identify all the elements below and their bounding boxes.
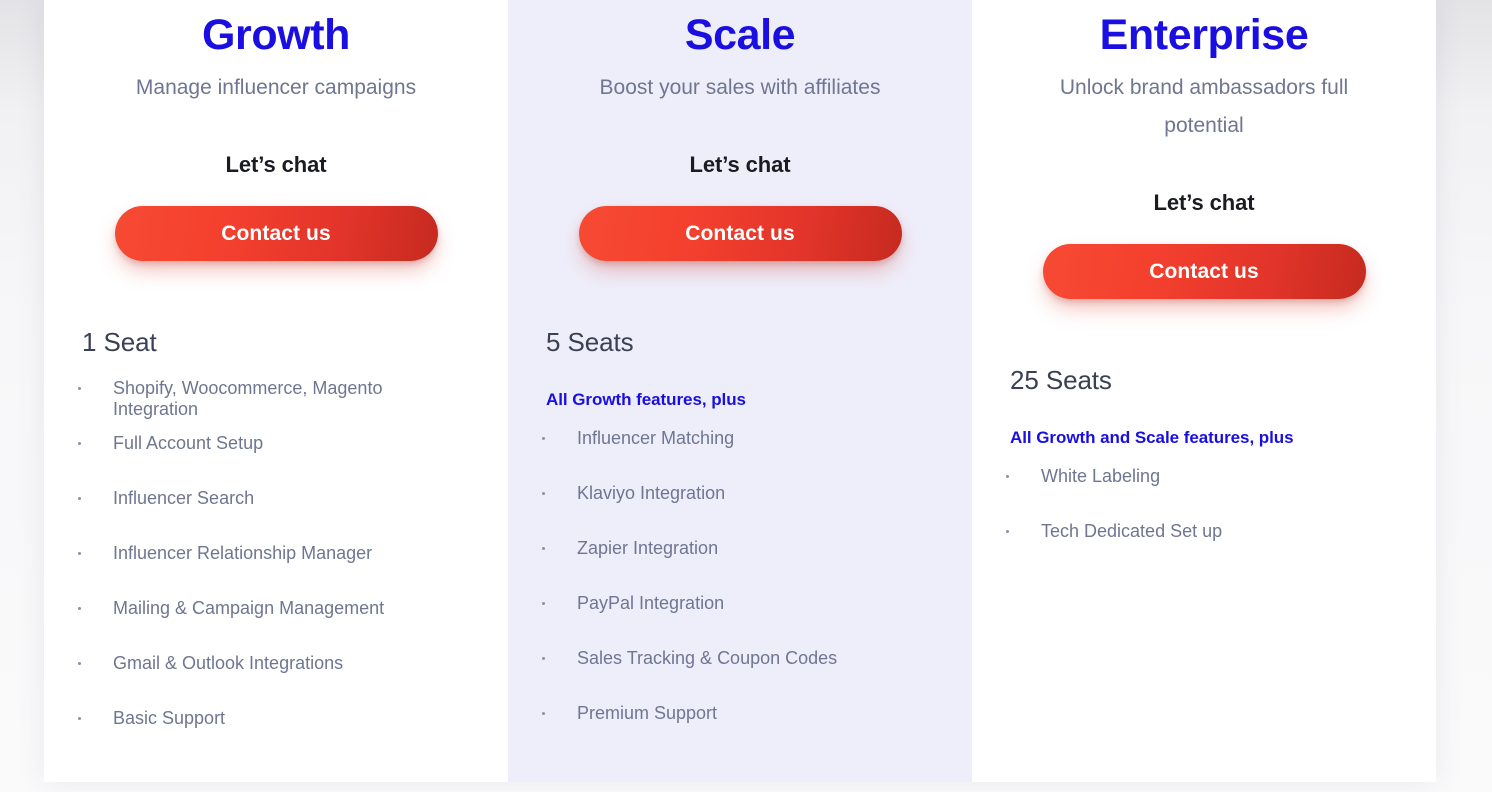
- feature-item: Influencer Relationship Manager: [78, 543, 484, 598]
- bullet-dot-icon: [78, 552, 81, 556]
- feature-label: Full Account Setup: [113, 433, 264, 454]
- plan-cta-label-scale: Let’s chat: [689, 152, 791, 178]
- feature-label: Influencer Relationship Manager: [113, 543, 373, 564]
- feature-item: Influencer Search: [78, 488, 484, 543]
- bullet-dot-icon: [542, 712, 545, 716]
- plan-cta-label-enterprise: Let’s chat: [1153, 190, 1255, 216]
- feature-item: Shopify, Woocommerce, Magento Integratio…: [78, 378, 484, 433]
- feature-label: PayPal Integration: [577, 593, 725, 614]
- bullet-dot-icon: [78, 607, 81, 611]
- feature-item: Mailing & Campaign Management: [78, 598, 484, 653]
- plan-column-scale: Scale Boost your sales with affiliates L…: [508, 0, 972, 782]
- bullet-dot-icon: [78, 717, 81, 721]
- plan-title-growth: Growth: [201, 11, 351, 59]
- bullet-dot-icon: [78, 442, 81, 446]
- plan-seats-enterprise: 25 Seats: [1010, 365, 1112, 396]
- feature-label: Gmail & Outlook Integrations: [113, 653, 344, 674]
- contact-us-button-enterprise[interactable]: Contact us: [1042, 244, 1366, 300]
- contact-button-wrap-enterprise: Contact us: [972, 244, 1436, 300]
- bullet-dot-icon: [78, 497, 81, 501]
- bullet-dot-icon: [1006, 475, 1009, 479]
- feature-item: Sales Tracking & Coupon Codes: [542, 648, 948, 703]
- plan-subtitle-growth: Manage influencer campaigns: [135, 76, 417, 100]
- feature-label: Zapier Integration: [577, 538, 719, 559]
- feature-label: Klaviyo Integration: [577, 483, 726, 504]
- plan-subtitle-scale: Boost your sales with affiliates: [599, 76, 881, 100]
- feature-list-enterprise: White Labeling Tech Dedicated Set up: [972, 466, 1436, 576]
- bullet-dot-icon: [542, 492, 545, 496]
- plan-seats-growth: 1 Seat: [82, 327, 157, 358]
- bullet-dot-icon: [542, 547, 545, 551]
- contact-us-button-growth[interactable]: Contact us: [114, 206, 438, 262]
- feature-list-growth: Shopify, Woocommerce, Magento Integratio…: [44, 378, 508, 763]
- plan-plus-line-enterprise: All Growth and Scale features, plus: [1010, 428, 1294, 448]
- plan-subtitle-enterprise: Unlock brand ambassadors full potential: [1059, 76, 1349, 138]
- plan-column-enterprise: Enterprise Unlock brand ambassadors full…: [972, 0, 1436, 782]
- plan-header-scale: Scale Boost your sales with affiliates L…: [508, 0, 972, 262]
- feature-label: Tech Dedicated Set up: [1041, 521, 1223, 542]
- plan-plus-line-scale: All Growth features, plus: [546, 390, 746, 410]
- feature-label: Basic Support: [113, 708, 226, 729]
- contact-button-wrap-growth: Contact us: [44, 206, 508, 262]
- feature-item: Full Account Setup: [78, 433, 484, 488]
- plan-header-growth: Growth Manage influencer campaigns Let’s…: [44, 0, 508, 262]
- feature-item: Klaviyo Integration: [542, 483, 948, 538]
- bullet-dot-icon: [78, 387, 81, 391]
- bullet-dot-icon: [542, 437, 545, 441]
- feature-list-scale: Influencer Matching Klaviyo Integration …: [508, 428, 972, 758]
- plan-seats-scale: 5 Seats: [546, 327, 634, 358]
- contact-us-button-scale[interactable]: Contact us: [578, 206, 902, 262]
- feature-item: Premium Support: [542, 703, 948, 758]
- feature-item: Influencer Matching: [542, 428, 948, 483]
- feature-item: Basic Support: [78, 708, 484, 763]
- feature-label: Influencer Matching: [577, 428, 735, 449]
- plan-cta-label-growth: Let’s chat: [225, 152, 327, 178]
- feature-label: Mailing & Campaign Management: [113, 598, 385, 619]
- feature-item: Tech Dedicated Set up: [1006, 521, 1412, 576]
- pricing-page: Growth Manage influencer campaigns Let’s…: [0, 0, 1492, 792]
- bullet-dot-icon: [1006, 530, 1009, 534]
- pricing-card: Growth Manage influencer campaigns Let’s…: [44, 0, 1436, 782]
- feature-item: White Labeling: [1006, 466, 1412, 521]
- feature-item: Zapier Integration: [542, 538, 948, 593]
- plan-header-enterprise: Enterprise Unlock brand ambassadors full…: [972, 0, 1436, 300]
- feature-label: Shopify, Woocommerce, Magento Integratio…: [113, 378, 383, 420]
- feature-label: Sales Tracking & Coupon Codes: [577, 648, 838, 669]
- feature-label: Influencer Search: [113, 488, 255, 509]
- plan-title-enterprise: Enterprise: [1099, 11, 1309, 59]
- feature-label: White Labeling: [1041, 466, 1161, 487]
- plan-column-growth: Growth Manage influencer campaigns Let’s…: [44, 0, 508, 782]
- bullet-dot-icon: [542, 602, 545, 606]
- feature-item: PayPal Integration: [542, 593, 948, 648]
- bullet-dot-icon: [78, 662, 81, 666]
- contact-button-wrap-scale: Contact us: [508, 206, 972, 262]
- feature-label: Premium Support: [577, 703, 718, 724]
- feature-item: Gmail & Outlook Integrations: [78, 653, 484, 708]
- bullet-dot-icon: [542, 657, 545, 661]
- plan-title-scale: Scale: [684, 11, 796, 59]
